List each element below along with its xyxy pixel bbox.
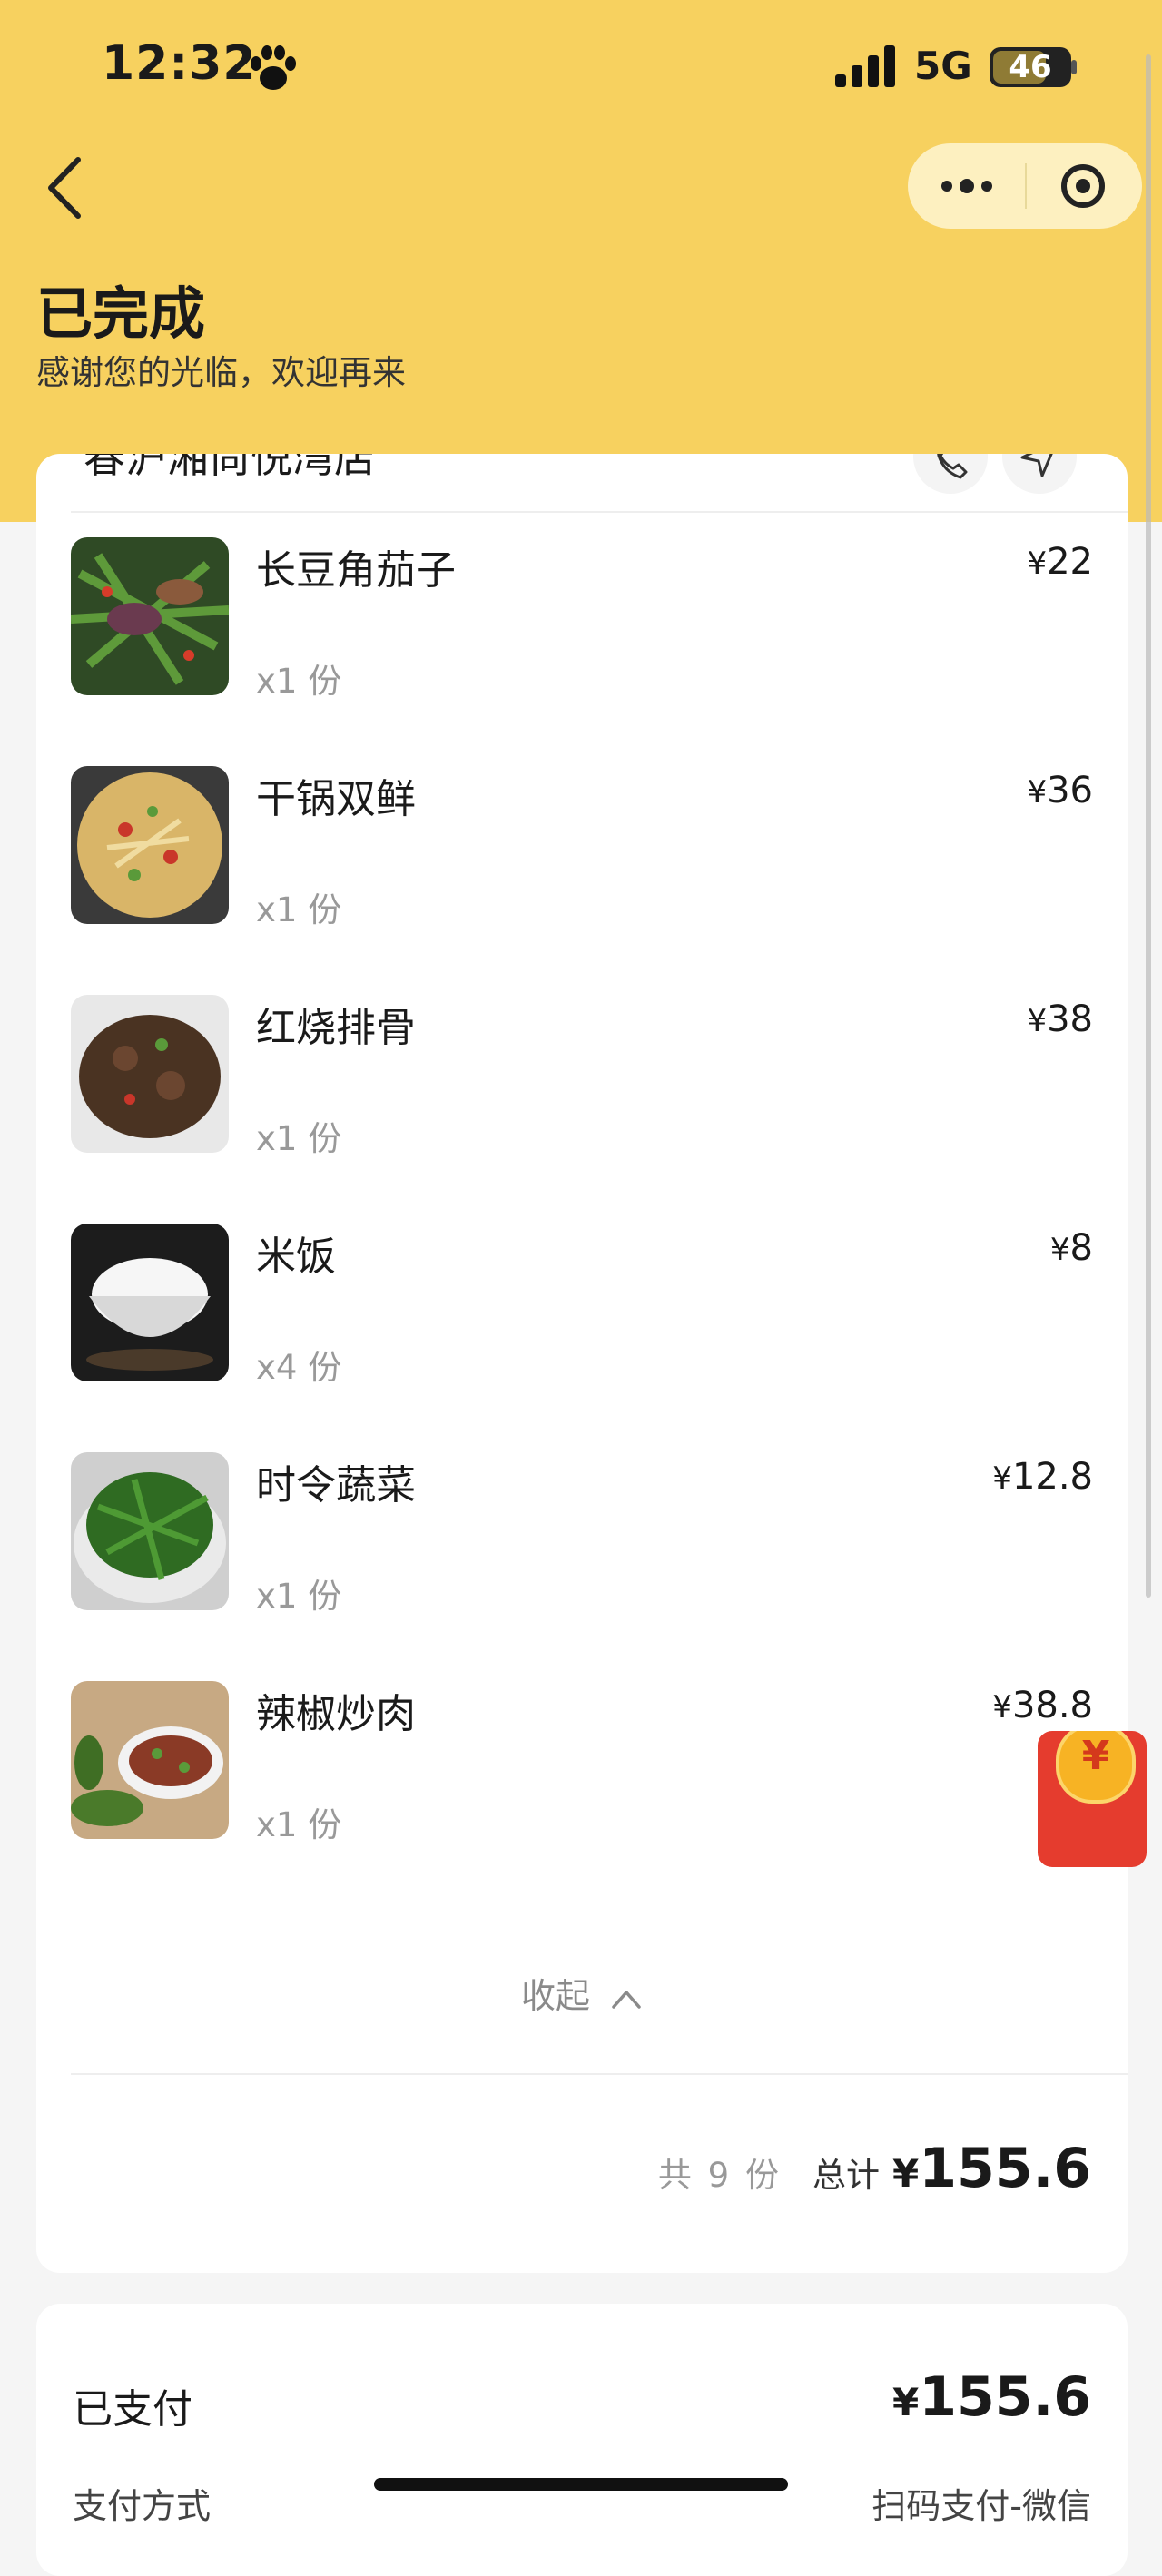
item-price-value: 38 bbox=[1047, 998, 1093, 1040]
item-price: ¥38.8 bbox=[992, 1685, 1093, 1726]
network-type: 5G bbox=[914, 44, 972, 88]
signal-icon bbox=[835, 45, 895, 87]
item-quantity: x1 份 bbox=[256, 890, 342, 929]
item-quantity: x4 份 bbox=[256, 1348, 342, 1387]
red-packet-icon[interactable]: ¥ bbox=[1038, 1731, 1147, 1867]
red-packet-symbol: ¥ bbox=[1081, 1733, 1110, 1779]
item-price-value: 36 bbox=[1047, 770, 1093, 811]
call-store-button[interactable] bbox=[913, 454, 988, 494]
item-price-value: 12.8 bbox=[1011, 1456, 1093, 1498]
item-price-value: 22 bbox=[1047, 541, 1093, 583]
list-item[interactable]: 红烧排骨 x1 份 ¥38 bbox=[71, 995, 1093, 1158]
currency-symbol: ¥ bbox=[891, 2380, 920, 2424]
payment-method-label: 支付方式 bbox=[73, 2486, 212, 2526]
more-icon[interactable] bbox=[935, 163, 999, 209]
item-quantity: x1 份 bbox=[256, 662, 342, 701]
item-price: ¥8 bbox=[1050, 1227, 1093, 1269]
collapse-label: 收起 bbox=[520, 1976, 590, 2016]
navigate-icon bbox=[1020, 454, 1053, 477]
divider bbox=[71, 2073, 1128, 2075]
item-name: 红烧排骨 bbox=[256, 1005, 416, 1051]
item-price: ¥12.8 bbox=[992, 1456, 1093, 1498]
capsule-divider bbox=[1025, 163, 1027, 209]
list-item[interactable]: 时令蔬菜 x1 份 ¥12.8 bbox=[71, 1452, 1093, 1616]
mini-program-capsule bbox=[908, 143, 1142, 229]
dish-image bbox=[71, 995, 229, 1153]
currency-symbol: ¥ bbox=[992, 1689, 1012, 1726]
payment-card: 已支付 ¥ 155.6 支付方式 扫码支付-微信 bbox=[36, 2304, 1128, 2576]
target-icon[interactable] bbox=[1055, 163, 1111, 209]
payment-method-value: 扫码支付-微信 bbox=[872, 2486, 1091, 2526]
order-status-title: 已完成 bbox=[36, 280, 206, 347]
item-price: ¥36 bbox=[1027, 770, 1093, 811]
item-name: 米饭 bbox=[256, 1234, 336, 1280]
item-quantity: x1 份 bbox=[256, 1577, 342, 1616]
item-name: 辣椒炒肉 bbox=[256, 1691, 416, 1737]
list-item[interactable]: 米饭 x4 份 ¥8 bbox=[71, 1224, 1093, 1387]
currency-symbol: ¥ bbox=[1049, 1232, 1070, 1268]
total-amount: 155.6 bbox=[919, 2137, 1091, 2200]
item-name: 时令蔬菜 bbox=[256, 1462, 416, 1509]
status-time: 12:32 bbox=[102, 36, 257, 91]
divider bbox=[71, 511, 1128, 513]
currency-symbol: ¥ bbox=[1027, 774, 1048, 811]
coin: ¥ bbox=[1056, 1731, 1136, 1804]
paid-label: 已支付 bbox=[73, 2386, 192, 2433]
battery-indicator: 46 bbox=[990, 47, 1071, 87]
currency-symbol: ¥ bbox=[891, 2151, 920, 2196]
list-item[interactable]: 干锅双鲜 x1 份 ¥36 bbox=[71, 766, 1093, 929]
order-summary: 共 9 份 总计 ¥ 155.6 bbox=[658, 2137, 1091, 2200]
navigate-button[interactable] bbox=[1002, 454, 1077, 494]
paid-amount-value: 155.6 bbox=[919, 2365, 1091, 2429]
battery-tip bbox=[1071, 60, 1077, 74]
item-price-value: 8 bbox=[1069, 1227, 1093, 1269]
phone-icon bbox=[937, 454, 968, 479]
scrollbar[interactable] bbox=[1146, 54, 1151, 1598]
dish-image bbox=[71, 1224, 229, 1381]
list-item[interactable]: 长豆角茄子 x1 份 ¥22 bbox=[71, 537, 1093, 701]
store-name[interactable]: 春沪湘尚悦湾店 bbox=[84, 454, 376, 485]
dish-image bbox=[71, 766, 229, 924]
item-quantity: x1 份 bbox=[256, 1119, 342, 1158]
dish-image bbox=[71, 1681, 229, 1839]
item-quantity: x1 份 bbox=[256, 1805, 342, 1844]
order-status-subtitle: 感谢您的光临，欢迎再来 bbox=[36, 353, 406, 392]
list-item[interactable]: 辣椒炒肉 x1 份 ¥38.8 bbox=[71, 1681, 1093, 1844]
item-name: 长豆角茄子 bbox=[256, 547, 456, 594]
currency-symbol: ¥ bbox=[992, 1460, 1012, 1497]
dish-image bbox=[71, 537, 229, 695]
home-indicator[interactable] bbox=[374, 2478, 788, 2491]
order-card: 春沪湘尚悦湾店 长豆角茄子 x1 份 ¥22 干锅双鲜 x1 份 ¥36 红烧排… bbox=[36, 454, 1128, 2273]
item-name: 干锅双鲜 bbox=[256, 776, 416, 822]
chevron-up-icon bbox=[612, 1990, 641, 2009]
paw-icon bbox=[251, 45, 296, 90]
paid-amount: ¥ 155.6 bbox=[880, 2365, 1091, 2429]
currency-symbol: ¥ bbox=[1027, 1003, 1048, 1039]
battery-level: 46 bbox=[1009, 49, 1052, 85]
currency-symbol: ¥ bbox=[1027, 546, 1048, 582]
item-price-value: 38.8 bbox=[1011, 1685, 1093, 1726]
item-price: ¥22 bbox=[1027, 541, 1093, 583]
back-icon[interactable] bbox=[44, 154, 89, 221]
item-count: 共 9 份 bbox=[657, 2156, 782, 2195]
collapse-button[interactable]: 收起 bbox=[36, 1968, 1128, 2018]
total-label: 总计 bbox=[812, 2156, 880, 2195]
item-price: ¥38 bbox=[1027, 998, 1093, 1040]
dish-image bbox=[71, 1452, 229, 1610]
